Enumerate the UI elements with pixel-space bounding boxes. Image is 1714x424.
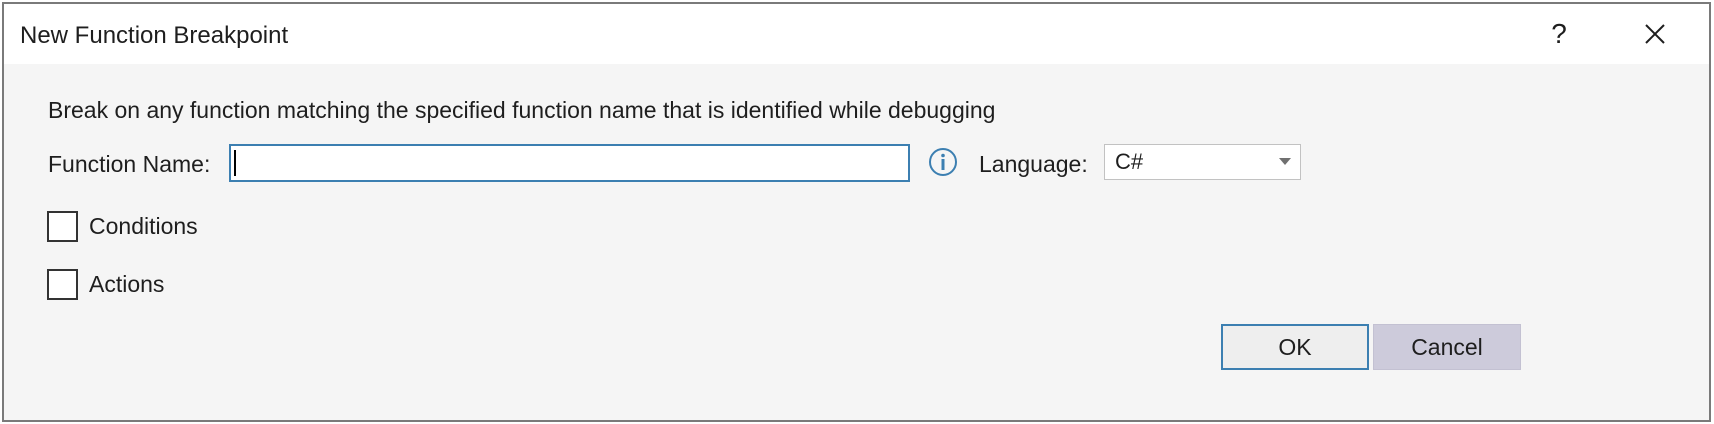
conditions-checkbox[interactable] xyxy=(47,210,78,242)
ok-button[interactable]: OK xyxy=(1221,324,1369,370)
title-bar: New Function Breakpoint ? xyxy=(4,4,1709,64)
close-button[interactable] xyxy=(1609,4,1701,64)
language-selected-value: C# xyxy=(1115,149,1144,174)
function-name-input[interactable] xyxy=(229,144,910,182)
language-select[interactable]: C# xyxy=(1104,144,1301,180)
chevron-down-icon xyxy=(1270,145,1300,179)
dialog-description: Break on any function matching the speci… xyxy=(48,97,996,123)
conditions-label: Conditions xyxy=(89,212,198,239)
help-icon: ? xyxy=(1551,18,1567,49)
text-caret xyxy=(234,150,236,176)
cancel-button[interactable]: Cancel xyxy=(1373,324,1521,370)
function-name-label: Function Name: xyxy=(48,151,211,177)
actions-label: Actions xyxy=(89,270,165,297)
help-button[interactable]: ? xyxy=(1513,4,1605,64)
actions-checkbox[interactable] xyxy=(47,268,78,300)
dialog-title: New Function Breakpoint xyxy=(20,22,289,49)
language-label: Language: xyxy=(979,151,1088,177)
new-function-breakpoint-dialog: New Function Breakpoint ? Break on any f… xyxy=(2,2,1711,422)
conditions-row: Conditions xyxy=(47,210,198,242)
actions-row: Actions xyxy=(47,268,164,300)
close-icon xyxy=(1645,24,1665,44)
info-icon[interactable] xyxy=(928,147,958,177)
